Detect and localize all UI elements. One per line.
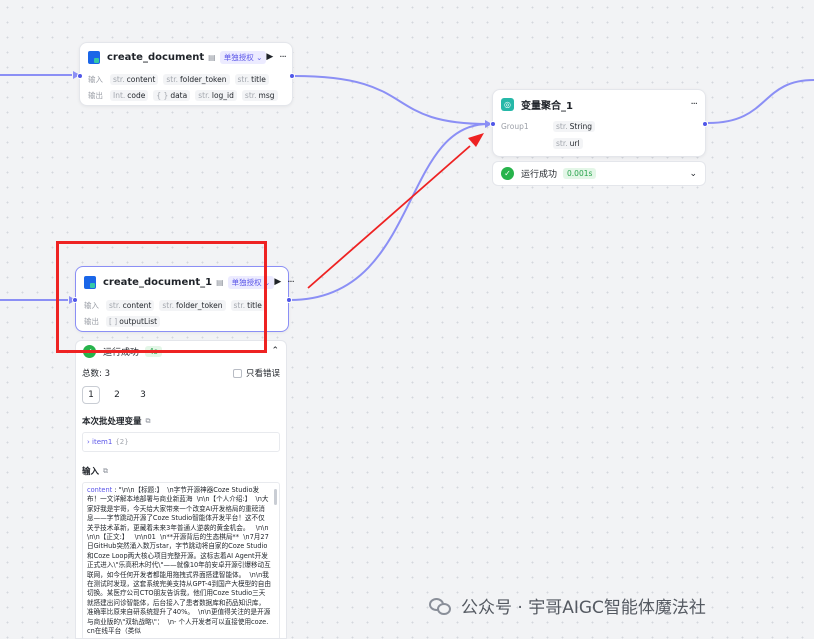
only-errors-label: 只看错误	[245, 369, 280, 379]
output-row: 输出 Int. code { } data str. log_id str. msg	[80, 87, 292, 103]
output-label: 输出	[84, 316, 99, 326]
output-chip: Int. code	[110, 89, 149, 101]
node-header: ◎ 变量聚合_1 ···	[493, 90, 705, 118]
page-button-2[interactable]: 2	[108, 386, 126, 404]
watermark: 公众号 · 宇哥AIGC智能体魔法社	[429, 593, 706, 618]
doc-app-icon	[84, 275, 96, 289]
batch-item-name: item1	[92, 438, 113, 446]
node-create-document[interactable]: create_document ▤ 单独授权 ⌄ ▶ ··· 输入 str. co…	[77, 42, 295, 106]
total-count: 总数: 3	[82, 369, 110, 379]
auth-badge-label: 单独授权	[223, 52, 254, 62]
input-port[interactable]	[490, 121, 496, 127]
input-title: 输入	[82, 467, 100, 477]
node-title: create_document	[107, 51, 205, 63]
aggregator-icon: ◎	[501, 97, 514, 111]
success-check-icon: ✓	[83, 344, 96, 358]
input-json-viewer[interactable]: content : "\n\n【标题:】 \n字节开源神器Coze Studio…	[82, 482, 280, 638]
scrollbar-thumb[interactable]	[274, 489, 277, 505]
input-chip: str. title	[234, 73, 269, 85]
wire-agg-out	[707, 79, 814, 124]
document-icon: ▤	[216, 277, 224, 287]
annotation-arrow-line	[307, 145, 471, 289]
json-value: : "\n\n【标题:】 \n字节开源神器Coze Studio发布！一文详解本…	[87, 486, 271, 636]
batch-item-count: {2}	[115, 438, 129, 446]
output-chip: [ ] outputList	[106, 315, 161, 327]
run-icon[interactable]: ▶	[266, 52, 273, 62]
group-label: Group1	[501, 122, 529, 131]
output-port[interactable]	[289, 73, 295, 79]
wire-doc2-to-agg	[289, 123, 489, 301]
run-icon[interactable]: ▶	[274, 277, 281, 287]
group-row: str. url	[493, 135, 705, 152]
input-chip: str. title	[230, 299, 265, 311]
output-port[interactable]	[286, 297, 292, 303]
doc-app-icon	[88, 50, 100, 64]
run-time-tag: 0.001s	[563, 168, 597, 179]
batch-vars-title: 本次批处理变量	[82, 417, 142, 427]
status-text: 运行成功	[103, 347, 140, 358]
chevron-up-icon[interactable]: ⌃	[271, 346, 279, 356]
json-text: content : "\n\n【标题:】 \n字节开源神器Coze Studio…	[87, 486, 271, 637]
more-icon[interactable]: ···	[287, 277, 294, 288]
node-variable-aggregator[interactable]: ◎ 变量聚合_1 ··· Group1 str. String str. url	[490, 89, 708, 157]
input-label: 输入	[84, 300, 99, 310]
node-create-document-1[interactable]: create_document_1 ▤ 单独授权 ⌄ ▶ ··· 输入 str.…	[72, 266, 295, 332]
node-header: create_document ▤ 单独授权 ⌄ ▶ ···	[80, 43, 292, 71]
output-chip: str. msg	[241, 89, 278, 101]
auth-badge-label: 单独授权	[231, 277, 262, 287]
input-chip: str. folder_token	[159, 299, 226, 311]
annotation-arrowhead	[468, 133, 484, 147]
json-key: content	[87, 486, 113, 494]
batch-vars-box[interactable]: › item1 {2}	[82, 432, 280, 452]
result-status-header[interactable]: ✓ 运行成功 4s ⌃	[76, 341, 286, 361]
success-check-icon: ✓	[501, 167, 514, 180]
total-row: 总数: 3 只看错误	[76, 364, 286, 382]
watermark-text: 公众号 · 宇哥AIGC智能体魔法社	[461, 598, 706, 618]
output-port[interactable]	[702, 121, 708, 127]
input-label: 输入	[88, 74, 103, 84]
aggregator-status-bar[interactable]: ✓ 运行成功 0.001s ⌄	[492, 161, 706, 186]
more-icon[interactable]: ···	[690, 99, 697, 110]
output-chip: { } data	[153, 89, 191, 101]
input-row: 输入 str. content str. folder_token str. titl…	[80, 71, 292, 87]
more-icon[interactable]: ···	[279, 52, 286, 63]
status-text: 运行成功	[521, 170, 558, 180]
page-button-3[interactable]: 3	[134, 386, 152, 404]
input-chip: str. content	[110, 73, 159, 85]
output-chip: str. log_id	[195, 89, 237, 101]
chevron-down-icon[interactable]: ⌄	[689, 169, 697, 179]
page-button-1[interactable]: 1	[82, 386, 100, 404]
input-chip: str. content	[106, 299, 155, 311]
run-time-tag: 4s	[145, 345, 162, 357]
auth-badge[interactable]: 单独授权 ⌄	[227, 275, 275, 289]
input-port[interactable]	[72, 297, 78, 303]
document-icon: ▤	[208, 52, 216, 62]
run-result-panel: ✓ 运行成功 4s ⌃ 总数: 3 只看错误 1 2 3 本次批处理变量 ⧉ ›…	[75, 340, 287, 639]
group-row: Group1 str. String	[493, 118, 705, 135]
only-errors-checkbox[interactable]	[232, 368, 242, 378]
input-port[interactable]	[77, 73, 83, 79]
wire-doc1-to-agg	[293, 75, 489, 125]
input-section: 输入 ⧉	[76, 460, 286, 482]
input-chip: str. folder_token	[163, 73, 230, 85]
output-label: 输出	[88, 90, 103, 100]
node-title: 变量聚合_1	[521, 100, 573, 112]
batch-vars-section: 本次批处理变量 ⧉	[76, 410, 286, 432]
auth-badge[interactable]: 单独授权 ⌄	[219, 50, 267, 64]
copy-icon[interactable]: ⧉	[103, 467, 108, 476]
output-row: 输出 [ ] outputList	[76, 313, 288, 329]
copy-icon[interactable]: ⧉	[146, 417, 151, 426]
node-title: create_document_1	[103, 276, 213, 288]
wechat-icon	[429, 596, 453, 616]
pagination: 1 2 3	[76, 383, 286, 407]
var-chip: str. url	[553, 138, 583, 149]
var-chip: str. String	[553, 121, 596, 132]
input-row: 输入 str. content str. folder_token str. titl…	[76, 297, 288, 313]
node-header: create_document_1 ▤ 单独授权 ⌄ ▶ ···	[76, 267, 295, 297]
